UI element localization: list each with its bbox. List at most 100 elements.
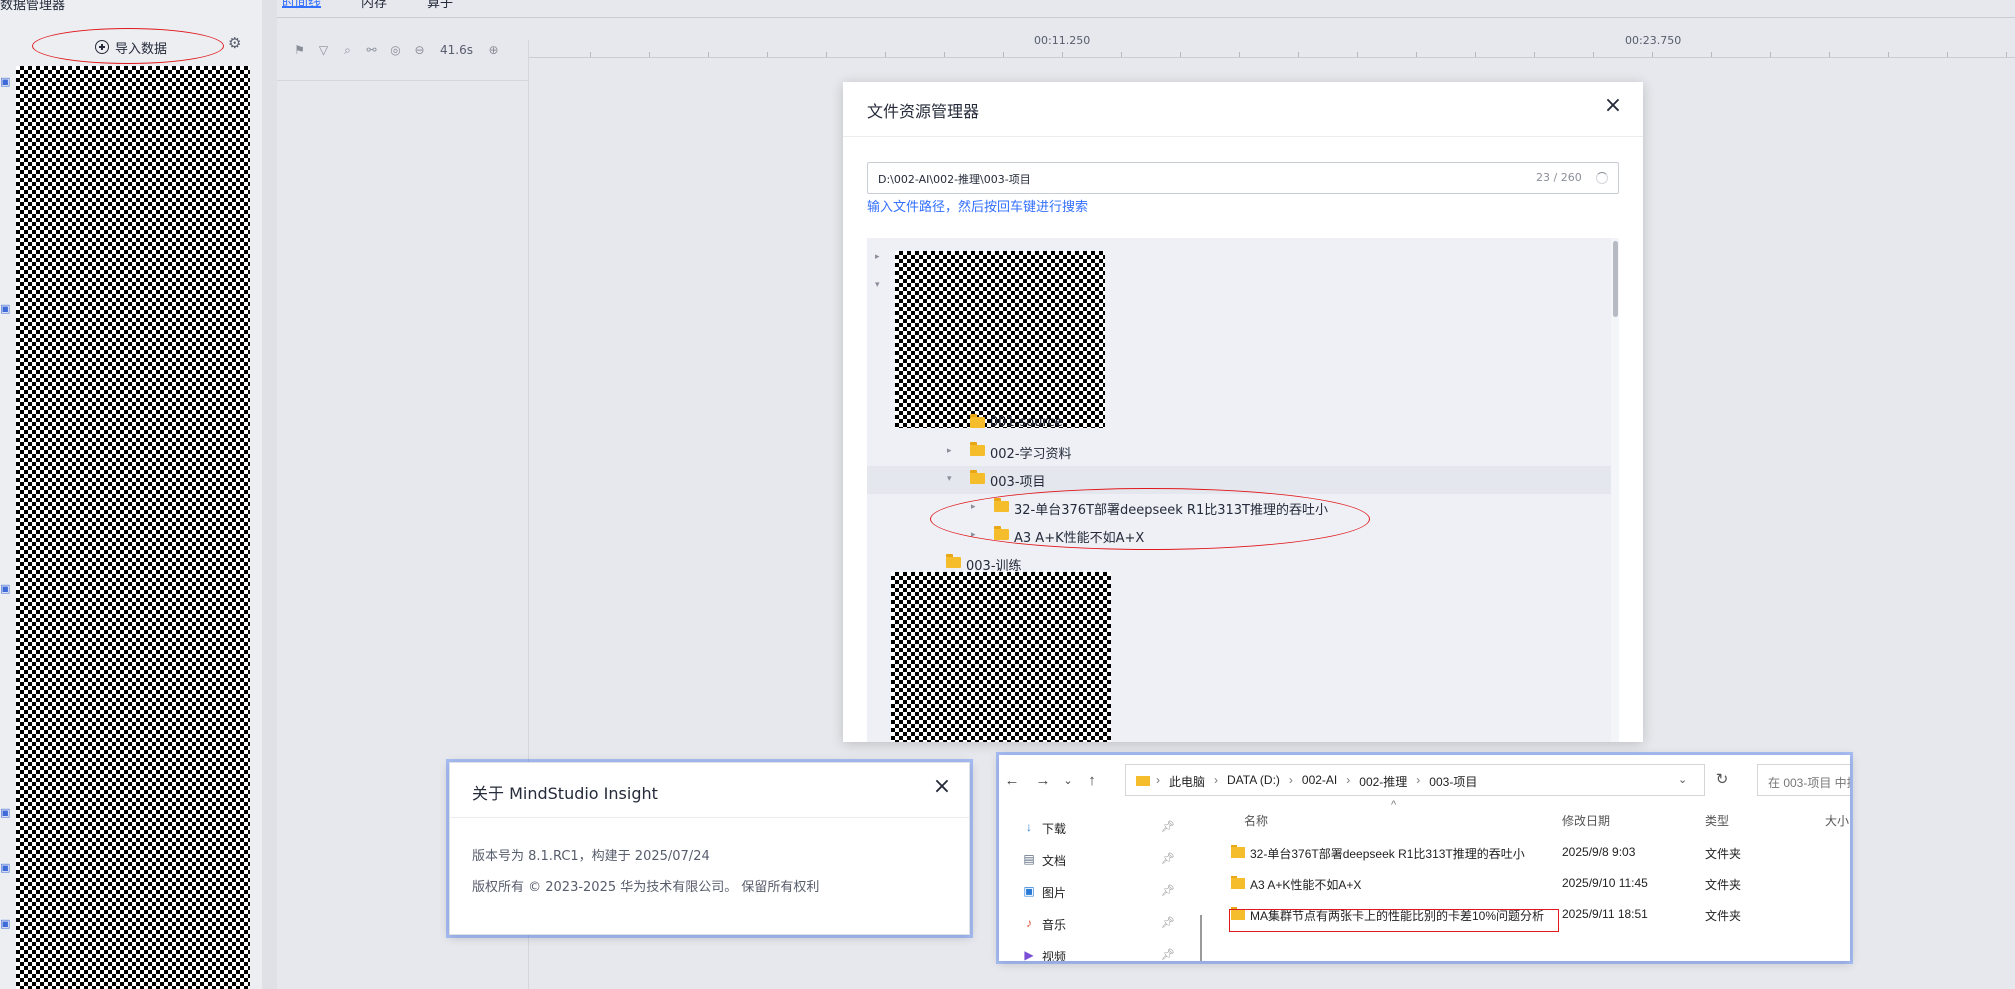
recent-dropdown-icon[interactable]: ⌄: [1059, 774, 1077, 787]
breadcrumb-item[interactable]: 002-推理: [1359, 773, 1407, 790]
forward-arrow-icon[interactable]: →: [1034, 772, 1052, 789]
import-data-label: 导入数据: [114, 41, 167, 57]
ruler-tick: [767, 52, 768, 57]
link-icon[interactable]: ⚯: [364, 43, 379, 57]
chevron-down-icon[interactable]: ⌄: [1678, 773, 1687, 786]
panel-splitter[interactable]: [262, 0, 277, 989]
close-icon[interactable]: ×: [932, 776, 952, 798]
file-row[interactable]: A3 A+K性能不如A+X 2025/9/10 11:45 文件夹: [1231, 872, 1850, 896]
ruler-tick: [1652, 52, 1653, 57]
tab-timeline[interactable]: 时间线: [282, 0, 322, 11]
search-icon[interactable]: ⌕: [340, 43, 355, 58]
scrollbar-thumb[interactable]: [1613, 241, 1618, 317]
ruler-tick: [826, 52, 827, 57]
gear-icon[interactable]: ⚙: [228, 35, 244, 51]
path-hint: 输入文件路径，然后按回车键进行搜索: [867, 200, 1089, 215]
pin-icon[interactable]: 📌︎: [1161, 884, 1175, 897]
time-label: 00:11.250: [1034, 34, 1091, 47]
tree-item-32-deepseek[interactable]: ▸ 32-单台376T部署deepseek R1比313T推理的吞吐小: [867, 494, 1611, 522]
chevron-right-icon[interactable]: ▸: [875, 252, 880, 262]
nav-item-videos[interactable]: ▶ 视频 📌︎: [1019, 945, 1189, 961]
column-header-name[interactable]: 名称: [1244, 812, 1268, 829]
redacted-region: [16, 66, 250, 989]
chevron-right-icon[interactable]: ▸: [971, 502, 976, 512]
folder-icon: [970, 442, 985, 456]
column-header-date[interactable]: 修改日期: [1562, 812, 1610, 829]
folder-icon: [970, 470, 985, 484]
filter-icon[interactable]: ▽: [316, 43, 331, 57]
nav-item-label: 视频: [1042, 950, 1067, 961]
chevron-down-icon[interactable]: ▾: [875, 280, 880, 290]
pin-icon[interactable]: 📌︎: [1161, 820, 1175, 833]
zoom-out-icon[interactable]: ⊖: [412, 43, 427, 57]
timeline-divider: [277, 80, 529, 81]
nav-item-documents[interactable]: ▤ 文档 📌︎: [1019, 849, 1189, 871]
windows-explorer: ← → ⌄ ↑ › 此电脑 › DATA (D:) › 002-AI › 002…: [999, 755, 1850, 961]
ruler-tick: [1357, 52, 1358, 57]
breadcrumb-item[interactable]: DATA (D:): [1227, 773, 1280, 790]
up-arrow-icon[interactable]: ↑: [1083, 772, 1101, 789]
sort-caret-icon: ^: [1391, 799, 1397, 811]
file-date: 2025/9/10 11:45: [1562, 876, 1648, 890]
file-explorer-dialog: 文件资源管理器 × D:\002-AI\002-推理\003-项目 23 / 2…: [843, 82, 1643, 742]
chevron-right-icon[interactable]: ▸: [971, 530, 976, 540]
breadcrumb-separator: ›: [1214, 773, 1219, 787]
flag-icon[interactable]: ⚑: [292, 43, 307, 57]
ruler-tick: [1770, 52, 1771, 57]
folder-icon: [1231, 907, 1245, 920]
search-input[interactable]: 在 003-项目 中搜索: [1757, 764, 1850, 796]
tree-item-a3[interactable]: ▸ A3 A+K性能不如A+X: [867, 522, 1611, 550]
tree-item-label: 32-单台376T部署deepseek R1比313T推理的吞吐小: [1014, 503, 1328, 518]
ruler-tick: [1711, 52, 1712, 57]
column-header-type[interactable]: 类型: [1705, 812, 1729, 829]
close-icon[interactable]: ×: [1603, 95, 1623, 117]
ruler-tick: [944, 52, 945, 57]
navigation-pane: ↓ 下载 📌︎ ▤ 文档 📌︎ ▣ 图片 📌︎ ♪ 音乐 📌︎ ▶ 视频 📌︎: [999, 811, 1194, 961]
breadcrumb-item[interactable]: 002-AI: [1302, 773, 1337, 790]
ruler-tick: [2006, 52, 2007, 57]
pin-icon[interactable]: 📌︎: [1161, 948, 1175, 961]
chevron-right-icon[interactable]: ▸: [947, 446, 952, 456]
file-name: MA集群节点有两张卡上的性能比别的卡差10%问题分析: [1250, 909, 1545, 923]
video-icon: ▶: [1024, 948, 1034, 961]
nav-item-pictures[interactable]: ▣ 图片 📌︎: [1019, 881, 1189, 903]
ruler-tick: [1062, 52, 1063, 57]
file-name: A3 A+K性能不如A+X: [1250, 878, 1362, 892]
nav-item-downloads[interactable]: ↓ 下载 📌︎: [1019, 817, 1189, 839]
folder-icon: [970, 414, 985, 428]
breadcrumb-item[interactable]: 003-项目: [1429, 773, 1477, 790]
address-bar[interactable]: › 此电脑 › DATA (D:) › 002-AI › 002-推理 › 00…: [1125, 764, 1705, 796]
folder-tree: ▸ ▾ 001-source ▸ 002-学习资料 ▾ 003-项目 ▸ 32-…: [867, 238, 1619, 742]
import-data-button[interactable]: 导入数据: [46, 34, 216, 60]
breadcrumb-separator: ›: [1156, 773, 1160, 787]
tab-memory[interactable]: 内存: [361, 0, 387, 11]
nav-item-music[interactable]: ♪ 音乐 📌︎: [1019, 913, 1189, 935]
pin-icon[interactable]: 📌︎: [1161, 916, 1175, 929]
breadcrumb-item[interactable]: 此电脑: [1169, 773, 1205, 790]
printer-icon: ▣: [0, 861, 11, 874]
path-input[interactable]: D:\002-AI\002-推理\003-项目 23 / 260: [867, 162, 1619, 194]
chevron-down-icon[interactable]: ▾: [947, 474, 952, 484]
tree-item-label: A3 A+K性能不如A+X: [1014, 531, 1145, 546]
tree-item-label: 002-学习资料: [990, 447, 1072, 462]
locate-icon[interactable]: ◎: [388, 43, 403, 57]
nav-scrollbar[interactable]: [1200, 915, 1202, 961]
document-icon: ▤: [1023, 852, 1035, 866]
tree-item-002-study[interactable]: ▸ 002-学习资料: [867, 438, 1611, 466]
refresh-icon[interactable]: ↻: [1713, 770, 1731, 788]
file-row[interactable]: 32-单台376T部署deepseek R1比313T推理的吞吐小 2025/9…: [1231, 841, 1850, 865]
version-text: 版本号为 8.1.RC1，构建于 2025/07/24: [472, 849, 710, 864]
tree-item-001-source[interactable]: 001-source: [867, 410, 1611, 438]
zoom-in-icon[interactable]: ⊕: [486, 43, 501, 57]
ruler-tick: [1239, 52, 1240, 57]
tree-item-label: 003-项目: [990, 475, 1046, 490]
column-header-size[interactable]: 大小: [1825, 812, 1849, 829]
breadcrumb-separator: ›: [1346, 773, 1351, 787]
tab-operator[interactable]: 算子: [427, 0, 453, 11]
file-row[interactable]: MA集群节点有两张卡上的性能比别的卡差10%问题分析 2025/9/11 18:…: [1231, 903, 1850, 927]
back-arrow-icon[interactable]: ←: [1003, 772, 1021, 789]
folder-icon: [1136, 776, 1150, 786]
pin-icon[interactable]: 📌︎: [1161, 852, 1175, 865]
ruler-tick: [885, 52, 886, 57]
tree-item-003-project[interactable]: ▾ 003-项目: [867, 466, 1611, 494]
